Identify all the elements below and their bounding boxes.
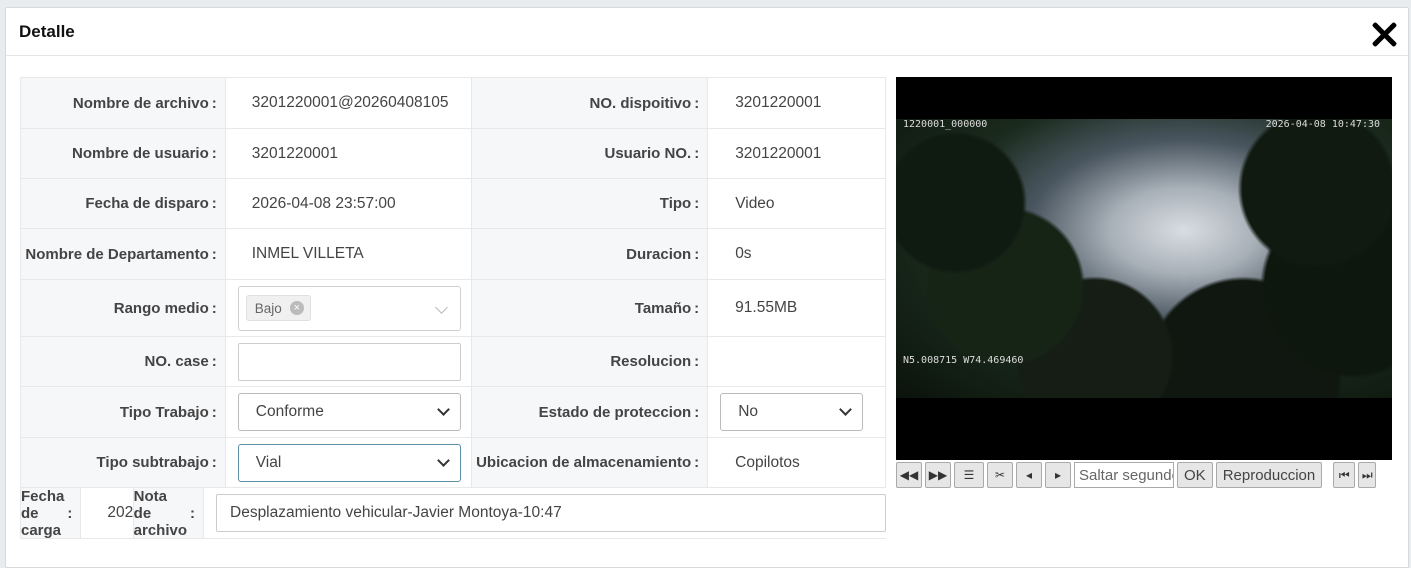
detail-form: Nombre de archivo: 3201220001@2026040810… <box>20 77 886 539</box>
value-duration: 0s <box>708 229 886 279</box>
label-file-note: Nota de archivo <box>133 487 188 539</box>
form-row: Nombre de usuario: 3201220001 Usuario NO… <box>21 129 886 179</box>
label-resolution: Resolucion <box>610 353 692 370</box>
rewind-icon[interactable]: ◀◀ <box>896 462 922 488</box>
file-note-input[interactable]: Desplazamiento vehicular-Javier Montoya-… <box>216 494 886 532</box>
value-size: 91.55MB <box>708 280 886 336</box>
label-user-name: Nombre de usuario <box>72 145 209 162</box>
value-type: Video <box>708 179 886 228</box>
label-storage-location: Ubicacion de almacenamiento <box>476 454 692 471</box>
label-protection-state: Estado de proteccion <box>538 403 692 421</box>
work-type-select[interactable]: Conforme <box>237 393 461 431</box>
list-icon[interactable]: ☰ <box>954 462 984 488</box>
ok-button[interactable]: OK <box>1177 462 1213 488</box>
dialog-header: Detalle <box>6 8 1408 56</box>
video-player[interactable]: 1220001_000000 2026-04-08 10:47:30 N5.00… <box>896 77 1392 460</box>
range-tag-label: Bajo <box>254 300 282 316</box>
remove-tag-icon[interactable]: × <box>289 301 304 315</box>
form-row: Fecha de disparo: 2026-04-08 23:57:00 Ti… <box>21 179 886 229</box>
osd-timestamp: 2026-04-08 10:47:30 <box>1265 119 1380 130</box>
label-trigger-date: Fecha de disparo <box>85 195 209 212</box>
dialog-title: Detalle <box>19 22 75 41</box>
value-trigger-date: 2026-04-08 23:57:00 <box>226 179 473 228</box>
form-row: Tipo Trabajo: Conforme Estado de protecc… <box>21 387 886 438</box>
work-type-value: Conforme <box>255 403 324 420</box>
label-case-no: NO. case <box>144 353 209 370</box>
label-size: Tamaño <box>634 299 692 317</box>
label-user-no: Usuario NO. <box>604 145 692 162</box>
seek-seconds-input[interactable]: Saltar segundo <box>1074 462 1174 488</box>
value-storage-location: Copilotos <box>708 438 886 487</box>
medium-range-select[interactable]: Bajo × <box>237 285 461 331</box>
osd-device-id: 1220001_000000 <box>903 119 988 130</box>
form-row: NO. case: Resolucion: <box>21 337 886 387</box>
value-upload-date: 2026-04-09 20:14:56 <box>81 488 134 538</box>
value-resolution <box>708 337 886 386</box>
label-upload-date: Fecha de carga <box>21 487 65 539</box>
form-row: Rango medio: Bajo × Tamaño: 91.55MB <box>21 280 886 337</box>
label-department: Nombre de Departamento <box>25 245 209 263</box>
chevron-down-icon <box>434 300 448 314</box>
subwork-type-select[interactable]: Vial <box>237 443 461 482</box>
form-row: Tipo subtrabajo: Vial Ubicacion de almac… <box>21 438 886 488</box>
label-file-name: Nombre de archivo <box>72 94 209 112</box>
label-device-no: NO. dispoitivo <box>589 94 692 112</box>
label-medium-range: Rango medio <box>113 299 209 317</box>
close-icon[interactable] <box>1370 20 1398 48</box>
value-file-name: 3201220001@20260408105 <box>226 78 473 128</box>
fast-forward-icon[interactable]: ▶▶ <box>925 462 951 488</box>
value-device-no: 3201220001 <box>708 78 886 128</box>
form-row: Nombre de Departamento: INMEL VILLETA Du… <box>21 229 886 280</box>
video-controls: ◀◀ ▶▶ ☰ ✂ ◂ ▸ Saltar segundo OK Reproduc… <box>896 460 1392 490</box>
chevron-down-icon <box>839 403 853 416</box>
prev-frame-icon[interactable]: ◂ <box>1016 462 1042 488</box>
label-subwork-type: Tipo subtrabajo <box>96 454 209 471</box>
value-user-no: 3201220001 <box>708 129 886 178</box>
form-row: Fecha de carga: 2026-04-09 20:14:56 Nota… <box>21 488 886 539</box>
form-row: Nombre de archivo: 3201220001@2026040810… <box>21 78 886 129</box>
protection-state-select[interactable]: No <box>720 393 864 431</box>
value-user-name: 3201220001 <box>226 129 473 178</box>
scissors-icon[interactable]: ✂ <box>987 462 1013 488</box>
value-department: INMEL VILLETA <box>226 229 473 279</box>
case-no-input[interactable] <box>237 342 461 381</box>
range-tag: Bajo × <box>245 295 311 321</box>
play-button[interactable]: Reproduccion <box>1215 462 1323 488</box>
osd-coordinates: N5.008715 W74.469460 <box>903 355 1024 366</box>
label-work-type: Tipo Trabajo <box>119 403 209 421</box>
chevron-down-icon <box>436 453 450 467</box>
skip-start-icon[interactable]: ⏮ <box>1333 462 1356 488</box>
skip-end-icon[interactable]: ⏭ <box>1358 462 1377 488</box>
next-frame-icon[interactable]: ▸ <box>1045 462 1071 488</box>
label-duration: Duracion <box>626 245 692 263</box>
subwork-type-value: Vial <box>255 453 282 471</box>
chevron-down-icon <box>436 403 450 416</box>
protection-state-value: No <box>738 403 759 420</box>
label-type: Tipo <box>659 195 692 212</box>
